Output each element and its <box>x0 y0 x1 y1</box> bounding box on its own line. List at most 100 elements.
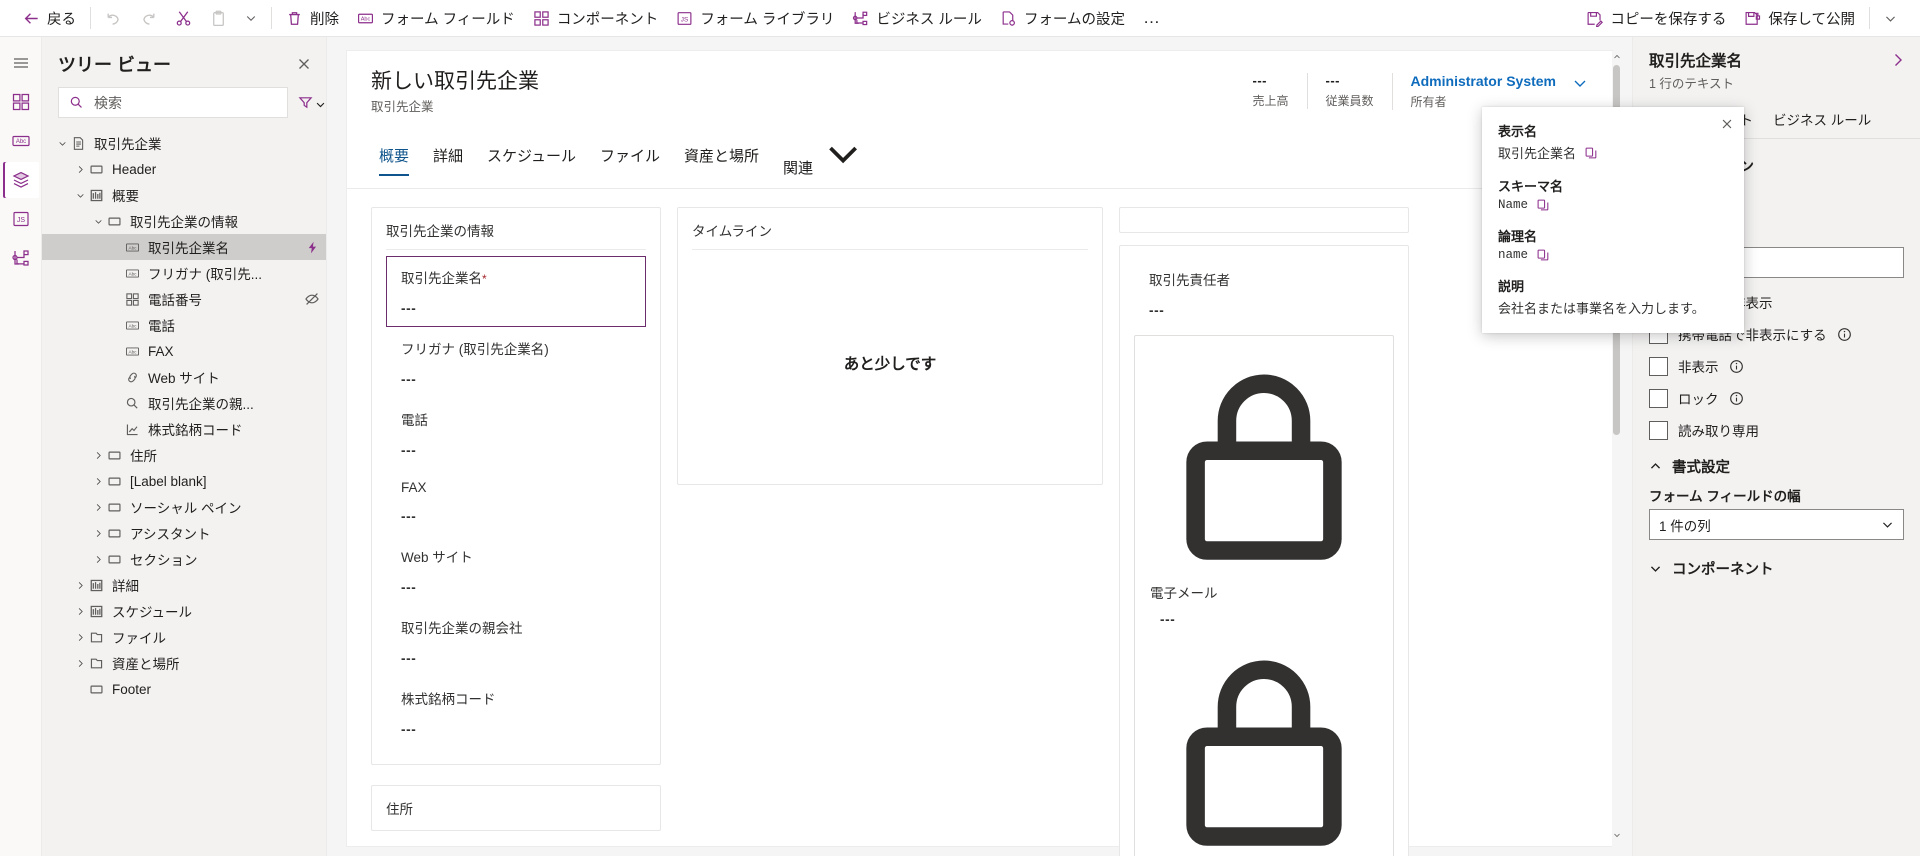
flash-icon[interactable] <box>305 240 320 255</box>
owner-field[interactable]: Administrator System 所有者 <box>1391 73 1556 110</box>
checkbox[interactable] <box>1649 356 1668 376</box>
form-field[interactable]: 電話 --- <box>386 398 646 469</box>
paste-options-chevron[interactable] <box>236 3 266 33</box>
tree-node[interactable]: 電話番号 <box>42 286 326 312</box>
tree-node[interactable]: スケジュール <box>42 598 326 624</box>
business-rule-button[interactable]: ビジネス ルール <box>843 3 991 33</box>
components-group-toggle[interactable]: コンポーネント <box>1649 558 1904 579</box>
tree-node[interactable]: Header <box>42 156 326 182</box>
chevron-right-icon[interactable] <box>90 447 106 463</box>
tree-node[interactable]: セクション <box>42 546 326 572</box>
tab-files[interactable]: ファイル <box>590 139 670 176</box>
tree-node[interactable]: Abc 取引先企業名 <box>42 234 326 260</box>
chevron-right-icon[interactable] <box>90 551 106 567</box>
formatting-group-toggle[interactable]: 書式設定 <box>1649 456 1904 477</box>
form-field-button[interactable]: Abc フォーム フィールド <box>348 3 524 33</box>
owner-value[interactable]: Administrator System <box>1411 73 1556 89</box>
info-icon[interactable] <box>1729 391 1744 406</box>
save-publish-button[interactable]: 保存して公開 <box>1735 3 1864 33</box>
rail-item-form-library[interactable]: JS <box>3 201 39 237</box>
checkbox-row[interactable]: 読み取り専用 <box>1649 414 1904 446</box>
tree-node[interactable]: 取引先企業の親... <box>42 390 326 416</box>
rail-item-components[interactable] <box>3 84 39 120</box>
tab-schedule[interactable]: スケジュール <box>477 139 586 176</box>
redo-button[interactable] <box>131 3 166 33</box>
form-field[interactable]: フリガナ (取引先企業名) --- <box>386 327 646 398</box>
search-input[interactable] <box>92 93 277 112</box>
field-email[interactable]: 電子メール --- <box>1145 342 1383 632</box>
tree-node[interactable]: 取引先企業 <box>42 130 326 156</box>
tree-node[interactable]: Footer <box>42 676 326 702</box>
tree-node[interactable]: 住所 <box>42 442 326 468</box>
tab-related[interactable]: 関連 <box>773 127 858 188</box>
paste-button[interactable] <box>201 3 236 33</box>
scroll-down-icon[interactable] <box>1612 829 1621 840</box>
save-publish-chevron[interactable] <box>1875 3 1906 33</box>
filter-button[interactable] <box>294 91 330 114</box>
tree-node[interactable]: 株式銘柄コード <box>42 416 326 442</box>
chevron-right-icon[interactable] <box>72 655 88 671</box>
chevron-down-icon[interactable] <box>90 213 106 229</box>
rail-item-fields[interactable]: Abc <box>3 123 39 159</box>
tab-overview[interactable]: 概要 <box>369 139 419 177</box>
undo-button[interactable] <box>96 3 131 33</box>
form-field[interactable]: 取引先企業の親会社 --- <box>386 606 646 677</box>
checkbox-row[interactable]: 非表示 <box>1649 350 1904 382</box>
delete-button[interactable]: 削除 <box>277 3 348 33</box>
form-field[interactable]: 取引先企業名* --- <box>386 256 646 328</box>
save-copy-button[interactable]: コピーを保存する <box>1577 3 1735 33</box>
chevron-right-icon[interactable] <box>1890 52 1906 68</box>
tree-node[interactable]: 概要 <box>42 182 326 208</box>
form-field[interactable]: 株式銘柄コード --- <box>386 677 646 748</box>
chevron-right-icon[interactable] <box>90 499 106 515</box>
chevron-down-icon[interactable] <box>1572 75 1588 91</box>
back-button[interactable]: 戻る <box>14 3 85 33</box>
chevron-down-icon[interactable] <box>54 135 70 151</box>
tree-node[interactable]: ファイル <box>42 624 326 650</box>
form-field[interactable]: FAX --- <box>386 469 646 535</box>
field-business-phone[interactable]: ビジネス --- <box>1145 632 1383 856</box>
form-library-button[interactable]: JS フォーム ライブラリ <box>667 3 843 33</box>
chevron-right-icon[interactable] <box>72 629 88 645</box>
rail-item-hamburger[interactable] <box>3 45 39 81</box>
checkbox[interactable] <box>1649 388 1668 408</box>
tree-node[interactable]: Web サイト <box>42 364 326 390</box>
tree-node[interactable]: 取引先企業の情報 <box>42 208 326 234</box>
rail-item-business-rules[interactable] <box>3 240 39 276</box>
tree-node[interactable]: 詳細 <box>42 572 326 598</box>
tree-node[interactable]: ソーシャル ペイン <box>42 494 326 520</box>
search-box[interactable] <box>58 87 288 118</box>
copy-icon[interactable] <box>1536 198 1550 212</box>
overflow-button[interactable]: … <box>1134 3 1170 33</box>
rail-item-tree-view[interactable] <box>2 162 39 198</box>
cut-button[interactable] <box>166 3 201 33</box>
tab-details[interactable]: 詳細 <box>423 139 473 176</box>
info-icon[interactable] <box>1837 327 1852 342</box>
checkbox-row[interactable]: ロック <box>1649 382 1904 414</box>
chevron-right-icon[interactable] <box>90 525 106 541</box>
tree-node[interactable]: Abc FAX <box>42 338 326 364</box>
chevron-right-icon[interactable] <box>72 161 88 177</box>
form-field-width-select[interactable]: 1 件の列 <box>1649 509 1904 540</box>
tab-business-rules[interactable]: ビジネス ルール <box>1764 102 1880 138</box>
hidden-eye-icon[interactable] <box>304 291 320 307</box>
info-icon[interactable] <box>1729 359 1744 374</box>
copy-icon[interactable] <box>1584 146 1598 160</box>
checkbox[interactable] <box>1649 420 1668 440</box>
field-primary-contact[interactable]: 取引先責任者 --- <box>1134 258 1394 329</box>
chevron-right-icon[interactable] <box>72 603 88 619</box>
form-settings-button[interactable]: フォームの設定 <box>991 3 1134 33</box>
scroll-up-icon[interactable] <box>1612 51 1621 62</box>
form-field[interactable]: Web サイト --- <box>386 535 646 606</box>
tree-node[interactable]: Abc 電話 <box>42 312 326 338</box>
tree-node[interactable]: [Label blank] <box>42 468 326 494</box>
chevron-right-icon[interactable] <box>90 473 106 489</box>
tree-node[interactable]: アシスタント <box>42 520 326 546</box>
tree-node[interactable]: Abc フリガナ (取引先... <box>42 260 326 286</box>
close-icon[interactable] <box>1720 117 1734 131</box>
chevron-right-icon[interactable] <box>72 577 88 593</box>
tab-assets-locations[interactable]: 資産と場所 <box>674 139 769 176</box>
copy-icon[interactable] <box>1536 248 1550 262</box>
component-button[interactable]: コンポーネント <box>524 3 668 33</box>
chevron-down-icon[interactable] <box>72 187 88 203</box>
